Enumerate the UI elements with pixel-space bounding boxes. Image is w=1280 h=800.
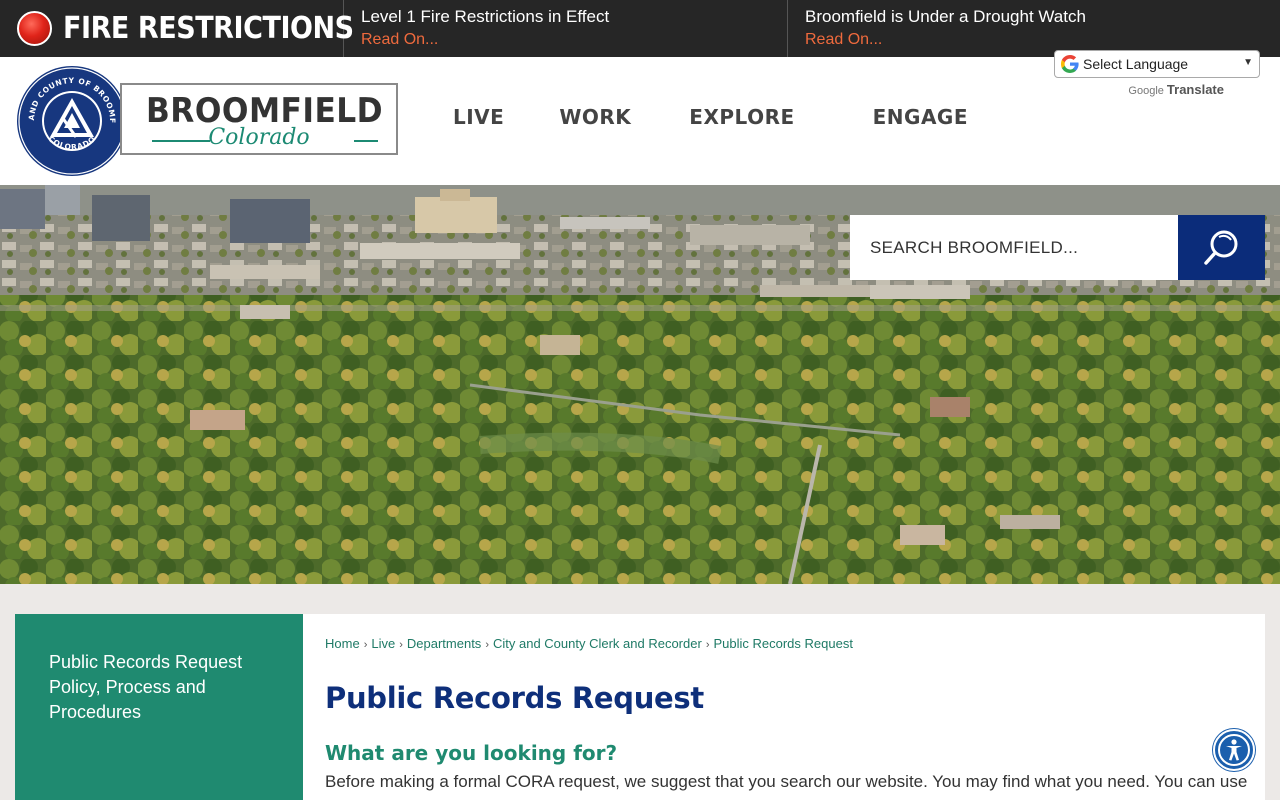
alert-item-2: Broomfield is Under a Drought Watch Read… xyxy=(788,0,1280,57)
breadcrumb-separator: › xyxy=(705,639,710,651)
breadcrumb-departments[interactable]: Departments xyxy=(407,636,481,651)
search-input[interactable] xyxy=(850,215,1178,280)
search-button[interactable] xyxy=(1178,215,1265,280)
google-translate-widget: Select Language ▼ Google Translate xyxy=(1054,50,1260,97)
google-g-icon xyxy=(1061,55,1079,73)
breadcrumb-clerk-recorder[interactable]: City and County Clerk and Recorder xyxy=(493,636,702,651)
red-alert-dot-icon xyxy=(17,11,52,46)
search-icon xyxy=(1203,230,1237,265)
breadcrumb-separator: › xyxy=(485,639,489,651)
powered-by-google: Google Translate xyxy=(1054,82,1260,97)
site-search xyxy=(850,215,1265,280)
main-content: Home › Live › Departments › City and County Cl… xyxy=(303,614,1265,800)
language-select-label: Select Language xyxy=(1083,56,1189,72)
alert-item-title: Broomfield is Under a Drought Watch xyxy=(805,7,1086,26)
alert-item-title: Level 1 Fire Restrictions in Effect xyxy=(361,7,610,26)
alert-title-block[interactable]: FIRE RESTRICTIONS xyxy=(0,0,354,57)
hero-banner xyxy=(0,185,1280,584)
chevron-down-icon: ▼ xyxy=(1243,57,1253,68)
nav-explore[interactable]: EXPLORE xyxy=(689,105,794,129)
breadcrumb-home[interactable]: Home xyxy=(325,636,360,651)
logo-wordmark-banner: BROOMFIELD Colorado xyxy=(120,83,398,155)
language-select[interactable]: Select Language ▼ xyxy=(1054,50,1260,78)
nav-work[interactable]: WORK xyxy=(559,105,631,129)
sidebar-nav: Public Records Request Policy, Process a… xyxy=(15,614,303,800)
alert-read-on-link[interactable]: Read On... xyxy=(361,31,787,49)
logo-subtitle: Colorado xyxy=(208,125,310,150)
alert-item-1: Level 1 Fire Restrictions in Effect Read… xyxy=(344,0,788,57)
nav-engage[interactable]: ENGAGE xyxy=(873,105,968,129)
alert-bar: FIRE RESTRICTIONS Level 1 Fire Restricti… xyxy=(0,0,1280,57)
accessibility-icon xyxy=(1218,734,1250,766)
body-paragraph: Before making a formal CORA request, we … xyxy=(325,772,1248,791)
page-title: Public Records Request xyxy=(325,681,704,715)
breadcrumb: Home › Live › Departments › City and County Cl… xyxy=(325,636,1243,651)
city-seal-logo: CITY AND COUNTY OF BROOMFIELD COLORADO xyxy=(16,65,127,176)
translate-link[interactable]: Translate xyxy=(1167,82,1224,97)
google-wordmark: Google xyxy=(1128,85,1164,97)
breadcrumb-separator: › xyxy=(399,639,403,651)
site-header: CITY AND COUNTY OF BROOMFIELD COLORADO B… xyxy=(0,50,1280,185)
nav-live[interactable]: LIVE xyxy=(453,105,504,129)
main-nav: LIVE WORK EXPLORE ENGAGE xyxy=(438,105,1022,129)
breadcrumb-public-records[interactable]: Public Records Request xyxy=(713,636,852,651)
breadcrumb-separator: › xyxy=(363,639,368,651)
sidebar-item-public-records-policy[interactable]: Public Records Request Policy, Process a… xyxy=(49,650,283,725)
site-logo[interactable]: CITY AND COUNTY OF BROOMFIELD COLORADO B… xyxy=(16,65,400,177)
section-heading: What are you looking for? xyxy=(325,741,618,765)
alert-title: FIRE RESTRICTIONS xyxy=(63,11,354,46)
accessibility-button[interactable] xyxy=(1213,729,1255,771)
alert-read-on-link[interactable]: Read On... xyxy=(805,31,1280,49)
breadcrumb-live[interactable]: Live xyxy=(371,636,395,651)
